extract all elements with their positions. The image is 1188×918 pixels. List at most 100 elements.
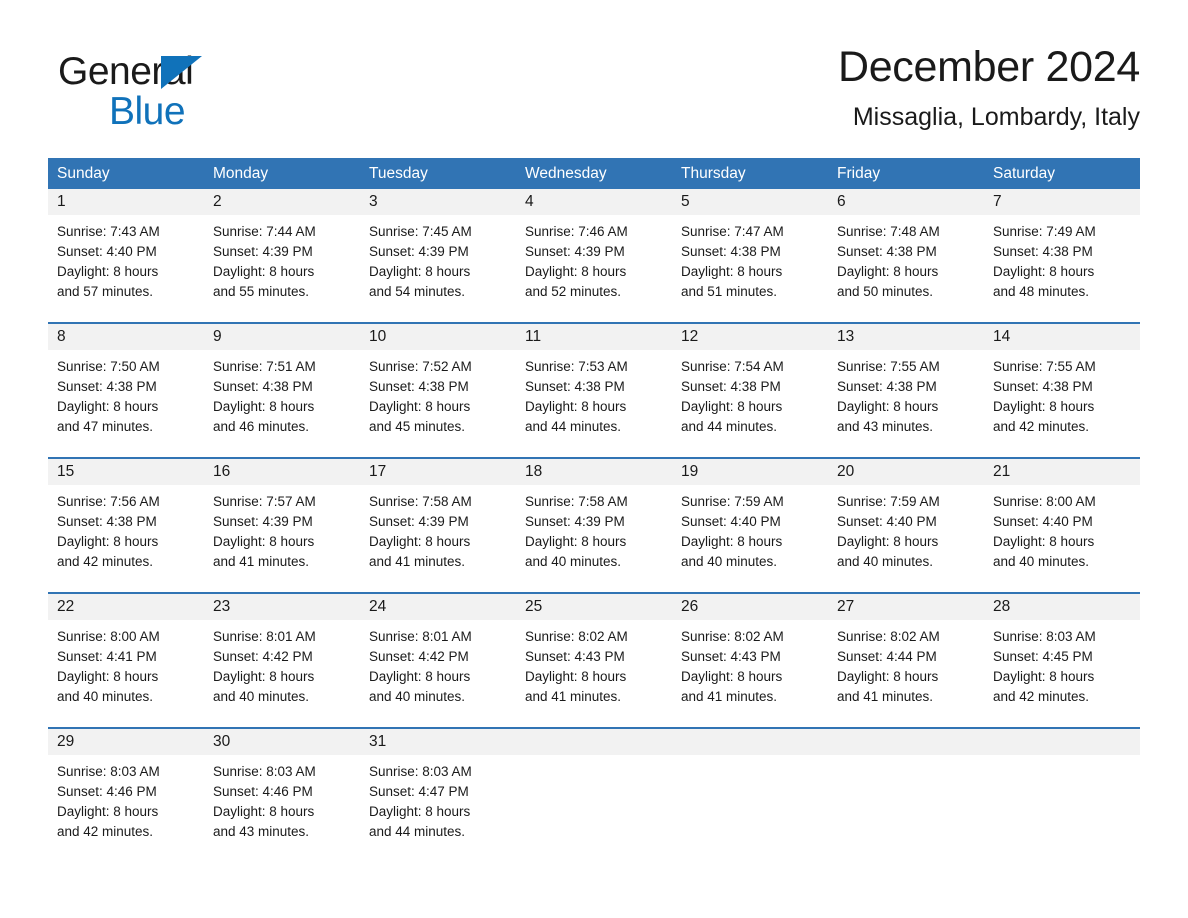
daylight-text-line1: Daylight: 8 hours <box>369 804 471 819</box>
day-cell[interactable]: 29 Sunrise: 8:03 AM Sunset: 4:46 PM Dayligh… <box>48 729 204 862</box>
day-number <box>984 729 1140 755</box>
sunset-text: Sunset: 4:43 PM <box>681 649 781 664</box>
week-cells: 8 Sunrise: 7:50 AM Sunset: 4:38 PM Daylight… <box>48 324 1140 457</box>
day-details <box>672 755 828 762</box>
day-details <box>516 755 672 762</box>
sunrise-text: Sunrise: 7:54 AM <box>681 359 784 374</box>
day-number: 30 <box>204 729 360 755</box>
day-cell[interactable]: 4 Sunrise: 7:46 AM Sunset: 4:39 PM Daylight… <box>516 189 672 322</box>
daylight-text-line2: and 51 minutes. <box>681 284 778 299</box>
daylight-text-line2: and 40 minutes. <box>993 554 1090 569</box>
daylight-text-line1: Daylight: 8 hours <box>837 264 939 279</box>
sunset-text: Sunset: 4:47 PM <box>369 784 469 799</box>
day-cell[interactable]: 23 Sunrise: 8:01 AM Sunset: 4:42 PM Dayligh… <box>204 594 360 727</box>
day-cell[interactable]: 20 Sunrise: 7:59 AM Sunset: 4:40 PM Dayligh… <box>828 459 984 592</box>
day-number: 19 <box>672 459 828 485</box>
sunset-text: Sunset: 4:38 PM <box>837 244 937 259</box>
day-cell[interactable]: 24 Sunrise: 8:01 AM Sunset: 4:42 PM Dayligh… <box>360 594 516 727</box>
day-details: Sunrise: 8:02 AM Sunset: 4:43 PM Daylight:… <box>516 620 672 707</box>
sunset-text: Sunset: 4:44 PM <box>837 649 937 664</box>
sunrise-text: Sunrise: 7:49 AM <box>993 224 1096 239</box>
sunset-text: Sunset: 4:38 PM <box>993 379 1093 394</box>
day-cell[interactable]: 6 Sunrise: 7:48 AM Sunset: 4:38 PM Daylight… <box>828 189 984 322</box>
day-cell[interactable]: 31 Sunrise: 8:03 AM Sunset: 4:47 PM Dayligh… <box>360 729 516 862</box>
day-cell[interactable]: 27 Sunrise: 8:02 AM Sunset: 4:44 PM Dayligh… <box>828 594 984 727</box>
day-number: 6 <box>828 189 984 215</box>
daylight-text-line1: Daylight: 8 hours <box>993 399 1095 414</box>
daylight-text-line2: and 40 minutes. <box>369 689 466 704</box>
daylight-text-line1: Daylight: 8 hours <box>681 264 783 279</box>
daylight-text-line2: and 42 minutes. <box>993 689 1090 704</box>
sunset-text: Sunset: 4:40 PM <box>681 514 781 529</box>
day-cell[interactable]: 11 Sunrise: 7:53 AM Sunset: 4:38 PM Dayligh… <box>516 324 672 457</box>
day-details: Sunrise: 7:51 AM Sunset: 4:38 PM Daylight:… <box>204 350 360 437</box>
day-cell[interactable]: 5 Sunrise: 7:47 AM Sunset: 4:38 PM Daylight… <box>672 189 828 322</box>
sunrise-text: Sunrise: 7:48 AM <box>837 224 940 239</box>
sunrise-text: Sunrise: 7:56 AM <box>57 494 160 509</box>
day-number <box>672 729 828 755</box>
day-details: Sunrise: 7:45 AM Sunset: 4:39 PM Daylight:… <box>360 215 516 302</box>
daylight-text-line2: and 40 minutes. <box>213 689 310 704</box>
sunset-text: Sunset: 4:42 PM <box>369 649 469 664</box>
sunset-text: Sunset: 4:39 PM <box>525 514 625 529</box>
day-cell[interactable]: 2 Sunrise: 7:44 AM Sunset: 4:39 PM Daylight… <box>204 189 360 322</box>
daylight-text-line1: Daylight: 8 hours <box>213 534 315 549</box>
day-details: Sunrise: 8:00 AM Sunset: 4:41 PM Daylight:… <box>48 620 204 707</box>
day-cell[interactable]: 12 Sunrise: 7:54 AM Sunset: 4:38 PM Dayligh… <box>672 324 828 457</box>
day-cell-empty <box>984 729 1140 862</box>
calendar-page: General Blue December 2024 Missaglia, Lo… <box>0 0 1188 918</box>
sunset-text: Sunset: 4:42 PM <box>213 649 313 664</box>
sunset-text: Sunset: 4:40 PM <box>993 514 1093 529</box>
day-cell[interactable]: 21 Sunrise: 8:00 AM Sunset: 4:40 PM Dayligh… <box>984 459 1140 592</box>
day-cell[interactable]: 13 Sunrise: 7:55 AM Sunset: 4:38 PM Dayligh… <box>828 324 984 457</box>
day-number <box>828 729 984 755</box>
day-cell[interactable]: 3 Sunrise: 7:45 AM Sunset: 4:39 PM Daylight… <box>360 189 516 322</box>
day-details: Sunrise: 8:03 AM Sunset: 4:46 PM Daylight:… <box>48 755 204 842</box>
day-cell[interactable]: 18 Sunrise: 7:58 AM Sunset: 4:39 PM Dayligh… <box>516 459 672 592</box>
day-number: 4 <box>516 189 672 215</box>
day-cell[interactable]: 7 Sunrise: 7:49 AM Sunset: 4:38 PM Daylight… <box>984 189 1140 322</box>
calendar-week-row: 22 Sunrise: 8:00 AM Sunset: 4:41 PM Dayligh… <box>48 592 1140 727</box>
sunset-text: Sunset: 4:46 PM <box>213 784 313 799</box>
day-cell[interactable]: 10 Sunrise: 7:52 AM Sunset: 4:38 PM Dayligh… <box>360 324 516 457</box>
daylight-text-line2: and 41 minutes. <box>837 689 934 704</box>
day-cell[interactable]: 16 Sunrise: 7:57 AM Sunset: 4:39 PM Dayligh… <box>204 459 360 592</box>
sunrise-text: Sunrise: 7:55 AM <box>993 359 1096 374</box>
daylight-text-line2: and 48 minutes. <box>993 284 1090 299</box>
day-cell[interactable]: 15 Sunrise: 7:56 AM Sunset: 4:38 PM Dayligh… <box>48 459 204 592</box>
daylight-text-line1: Daylight: 8 hours <box>57 534 159 549</box>
day-number: 13 <box>828 324 984 350</box>
week-cells: 22 Sunrise: 8:00 AM Sunset: 4:41 PM Dayligh… <box>48 594 1140 727</box>
day-details: Sunrise: 8:02 AM Sunset: 4:43 PM Daylight:… <box>672 620 828 707</box>
day-number: 8 <box>48 324 204 350</box>
day-cell[interactable]: 26 Sunrise: 8:02 AM Sunset: 4:43 PM Dayligh… <box>672 594 828 727</box>
day-number: 21 <box>984 459 1140 485</box>
day-cell[interactable]: 9 Sunrise: 7:51 AM Sunset: 4:38 PM Daylight… <box>204 324 360 457</box>
sunrise-text: Sunrise: 7:55 AM <box>837 359 940 374</box>
day-cell[interactable]: 8 Sunrise: 7:50 AM Sunset: 4:38 PM Daylight… <box>48 324 204 457</box>
day-cell[interactable]: 28 Sunrise: 8:03 AM Sunset: 4:45 PM Dayligh… <box>984 594 1140 727</box>
day-details: Sunrise: 7:53 AM Sunset: 4:38 PM Daylight:… <box>516 350 672 437</box>
daylight-text-line2: and 45 minutes. <box>369 419 466 434</box>
generalblue-logo[interactable]: General Blue <box>58 50 318 134</box>
day-cell-empty <box>672 729 828 862</box>
daylight-text-line2: and 55 minutes. <box>213 284 310 299</box>
day-cell[interactable]: 14 Sunrise: 7:55 AM Sunset: 4:38 PM Dayligh… <box>984 324 1140 457</box>
day-cell[interactable]: 19 Sunrise: 7:59 AM Sunset: 4:40 PM Dayligh… <box>672 459 828 592</box>
day-details: Sunrise: 7:54 AM Sunset: 4:38 PM Daylight:… <box>672 350 828 437</box>
day-cell[interactable]: 22 Sunrise: 8:00 AM Sunset: 4:41 PM Dayligh… <box>48 594 204 727</box>
daylight-text-line1: Daylight: 8 hours <box>525 264 627 279</box>
daylight-text-line1: Daylight: 8 hours <box>525 534 627 549</box>
sunrise-text: Sunrise: 8:02 AM <box>525 629 628 644</box>
sunset-text: Sunset: 4:38 PM <box>57 379 157 394</box>
day-cell[interactable]: 30 Sunrise: 8:03 AM Sunset: 4:46 PM Dayligh… <box>204 729 360 862</box>
day-cell-empty <box>516 729 672 862</box>
day-cell[interactable]: 25 Sunrise: 8:02 AM Sunset: 4:43 PM Dayligh… <box>516 594 672 727</box>
daylight-text-line2: and 44 minutes. <box>525 419 622 434</box>
daylight-text-line1: Daylight: 8 hours <box>57 399 159 414</box>
day-cell[interactable]: 1 Sunrise: 7:43 AM Sunset: 4:40 PM Daylight… <box>48 189 204 322</box>
sunrise-text: Sunrise: 7:57 AM <box>213 494 316 509</box>
day-details <box>828 755 984 762</box>
sunset-text: Sunset: 4:38 PM <box>681 379 781 394</box>
day-cell[interactable]: 17 Sunrise: 7:58 AM Sunset: 4:39 PM Dayligh… <box>360 459 516 592</box>
